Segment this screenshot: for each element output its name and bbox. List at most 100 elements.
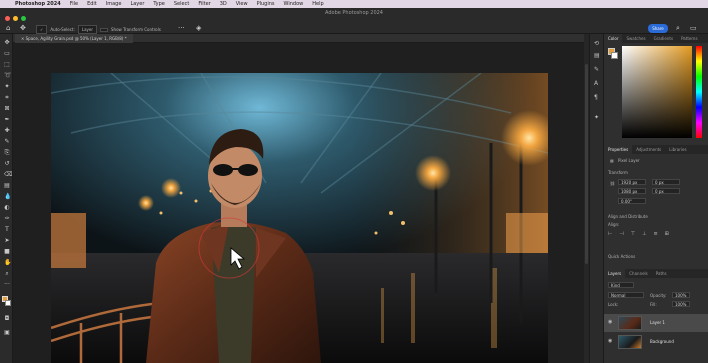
rectangle-tool-icon[interactable]: ■	[4, 249, 10, 255]
blend-mode-dropdown[interactable]: Normal	[608, 292, 644, 298]
menu-help[interactable]: Help	[312, 1, 323, 7]
layer-name[interactable]: Layer 1	[650, 320, 665, 325]
tab-properties[interactable]: Properties	[604, 145, 633, 154]
canvas-area[interactable]	[13, 43, 584, 363]
brush-settings-icon[interactable]: ✎	[594, 66, 599, 73]
menu-view[interactable]: View	[236, 1, 248, 7]
zoom-window-button[interactable]	[21, 16, 26, 21]
quick-mask-icon[interactable]: ◘	[4, 316, 10, 322]
history-brush-tool-icon[interactable]: ↺	[4, 161, 10, 167]
canvas-photo[interactable]	[51, 73, 548, 363]
menu-filter[interactable]: Filter	[198, 1, 210, 7]
color-field[interactable]	[622, 46, 692, 138]
frame-tool-icon[interactable]: ⊠	[4, 106, 10, 112]
visibility-eye-icon[interactable]: ◉	[608, 319, 612, 325]
scrollbar-thumb[interactable]	[585, 64, 588, 264]
align-bottom-icon[interactable]: ⊞	[665, 231, 669, 237]
tab-libraries[interactable]: Libraries	[665, 145, 690, 154]
character-icon[interactable]: A	[594, 80, 598, 87]
align-center-icon[interactable]: ⊣	[619, 231, 623, 237]
more-options-icon[interactable]: ···	[178, 24, 185, 32]
auto-select-label: Auto-Select:	[50, 27, 75, 32]
menu-app[interactable]: Photoshop 2024	[15, 1, 61, 7]
layer-filter-dropdown[interactable]: Kind	[608, 282, 634, 288]
3d-mode-icon[interactable]: ◈	[196, 24, 201, 32]
align-right-icon[interactable]: ⊤	[631, 231, 635, 237]
hand-tool-icon[interactable]: ✋	[4, 260, 11, 266]
history-icon[interactable]: ⟲	[594, 40, 599, 47]
layer-row-background[interactable]: ◉ Background	[604, 333, 708, 351]
auto-select-checkbox[interactable]: ✓	[36, 25, 48, 34]
tab-swatches[interactable]: Swatches	[622, 34, 649, 43]
link-dimensions-icon[interactable]: ⛓	[610, 181, 615, 186]
move-tool-icon[interactable]: ✥	[4, 40, 10, 46]
options-bar: Adobe Photoshop 2024 ⌂ ✥ ✓ Auto-Select: …	[0, 8, 708, 34]
align-middle-icon[interactable]: ≡	[653, 231, 657, 237]
menu-plugins[interactable]: Plugins	[257, 1, 275, 7]
fill-field[interactable]: 100%	[672, 301, 690, 307]
gradient-tool-icon[interactable]: ▤	[4, 183, 10, 189]
move-tool-icon[interactable]: ✥	[20, 24, 26, 32]
auto-select-dropdown[interactable]: Layer	[77, 25, 98, 34]
menu-window[interactable]: Window	[284, 1, 304, 7]
brush-tool-icon[interactable]: ✎	[4, 139, 10, 145]
color-panel-background-swatch[interactable]	[611, 52, 618, 59]
zoom-tool-icon[interactable]: ⌕	[4, 271, 10, 277]
lasso-tool-icon[interactable]: ➰	[4, 73, 11, 79]
screen-mode-icon[interactable]: ▣	[4, 330, 10, 336]
quick-select-tool-icon[interactable]: ✦	[4, 84, 10, 90]
eyedropper-tool-icon[interactable]: ✒	[4, 117, 10, 123]
comments-icon[interactable]: ▤	[594, 52, 600, 59]
type-tool-icon[interactable]: T	[4, 227, 10, 233]
tab-paths[interactable]: Paths	[652, 269, 671, 278]
y-field[interactable]: 0 px	[652, 188, 680, 194]
dodge-tool-icon[interactable]: ◐	[4, 205, 10, 211]
workspace-icon[interactable]: ▭	[690, 24, 697, 32]
close-window-button[interactable]	[5, 16, 10, 21]
artboard-tool-icon[interactable]: ▭	[4, 51, 10, 57]
minimize-window-button[interactable]	[13, 16, 18, 21]
menu-image[interactable]: Image	[106, 1, 122, 7]
menu-edit[interactable]: Edit	[87, 1, 97, 7]
pen-tool-icon[interactable]: ✑	[4, 216, 10, 222]
tab-channels[interactable]: Channels	[625, 269, 652, 278]
marquee-tool-icon[interactable]: ⬚	[4, 62, 10, 68]
paragraph-icon[interactable]: ¶	[594, 94, 598, 101]
tab-adjustments[interactable]: Adjustments	[632, 145, 665, 154]
eraser-tool-icon[interactable]: ⌫	[4, 172, 12, 178]
healing-tool-icon[interactable]: ✚	[4, 128, 10, 134]
clone-stamp-tool-icon[interactable]: ⎘	[4, 150, 10, 156]
align-left-icon[interactable]: ⊢	[608, 231, 612, 237]
more-tools-icon[interactable]: ···	[4, 282, 10, 288]
tab-gradients[interactable]: Gradients	[650, 34, 678, 43]
menu-type[interactable]: Type	[153, 1, 164, 7]
visibility-eye-icon[interactable]: ◉	[608, 338, 612, 344]
blur-tool-icon[interactable]: 💧	[4, 194, 11, 200]
glyphs-icon[interactable]: ✦	[594, 114, 599, 121]
tab-patterns[interactable]: Patterns	[677, 34, 701, 43]
align-top-icon[interactable]: ⊥	[642, 231, 646, 237]
hue-slider[interactable]	[696, 46, 702, 138]
menu-select[interactable]: Select	[174, 1, 189, 7]
path-select-tool-icon[interactable]: ➤	[4, 238, 10, 244]
share-button[interactable]: Share	[648, 24, 668, 33]
tab-color[interactable]: Color	[604, 34, 623, 43]
height-field[interactable]: 1080 px	[618, 188, 646, 194]
menu-3d[interactable]: 3D	[220, 1, 227, 7]
document-tab[interactable]: × Space, Agility Grain.psd @ 50% (Layer …	[15, 34, 133, 43]
search-icon[interactable]: ⌕	[676, 24, 680, 33]
x-field[interactable]: 0 px	[652, 179, 680, 185]
opacity-field[interactable]: 100%	[672, 292, 690, 298]
layer-name[interactable]: Background	[650, 339, 674, 344]
background-color-swatch[interactable]	[5, 300, 11, 306]
home-icon[interactable]: ⌂	[6, 24, 10, 32]
layer-row-layer-1[interactable]: ◉ Layer 1	[604, 314, 708, 332]
crop-tool-icon[interactable]: ⌗	[4, 95, 10, 101]
transform-controls-checkbox[interactable]	[100, 27, 109, 32]
menu-layer[interactable]: Layer	[130, 1, 144, 7]
width-field[interactable]: 1920 px	[618, 179, 646, 185]
mac-menubar: Photoshop 2024 File Edit Image Layer Typ…	[0, 0, 708, 8]
tab-layers[interactable]: Layers	[604, 269, 626, 278]
angle-field[interactable]: 0.00°	[618, 198, 646, 204]
menu-file[interactable]: File	[70, 1, 78, 7]
